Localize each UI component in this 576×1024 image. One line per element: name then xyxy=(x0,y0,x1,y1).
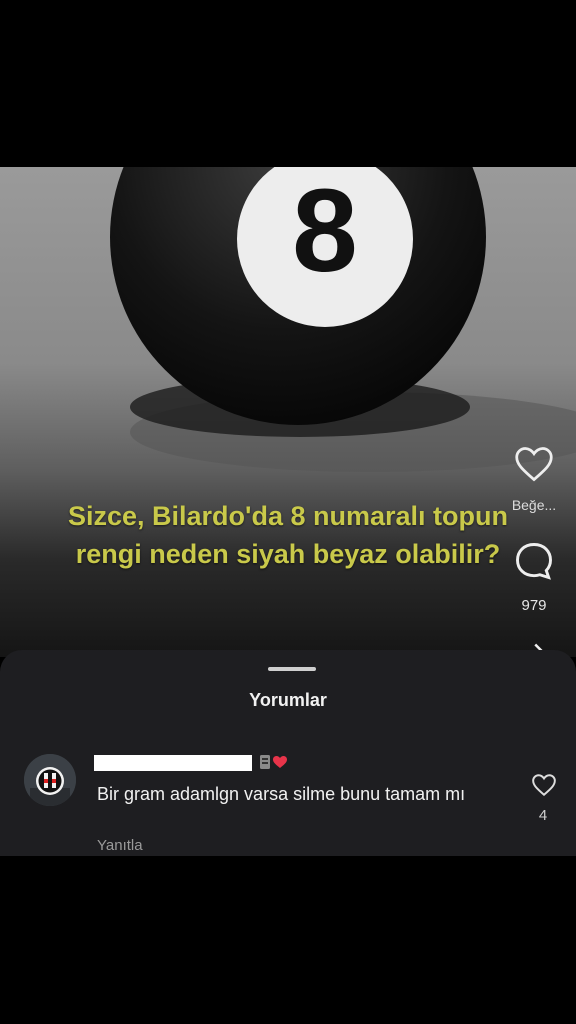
sheet-title: Yorumlar xyxy=(249,690,327,710)
comment-bubble-icon xyxy=(516,543,552,580)
user-badges xyxy=(258,753,290,776)
reply-button[interactable]: Yanıtla xyxy=(97,837,143,854)
comment-count: 979 xyxy=(521,597,547,614)
comment-like-count: 4 xyxy=(538,807,548,824)
comment-text: Bir gram adamlgn varsa silme bunu tamam … xyxy=(97,784,466,804)
caption-line-1: Sizce, Bilardo'da 8 numaralı topun xyxy=(67,501,508,531)
heart-badge-icon xyxy=(273,756,287,768)
video-post[interactable]: 8 Sizce, Bilardo'da 8 numaralı topun ren… xyxy=(0,167,576,657)
comment-button[interactable] xyxy=(504,539,564,588)
club-crest-icon xyxy=(24,754,76,806)
like-label: Beğe... xyxy=(511,497,557,513)
heart-icon xyxy=(515,447,553,482)
like-button[interactable] xyxy=(504,445,564,488)
heart-icon xyxy=(532,774,556,797)
username-redacted[interactable] xyxy=(94,755,252,771)
eight-ball-image: 8 xyxy=(110,167,576,472)
ball-number: 8 xyxy=(292,167,358,297)
caption-line-2: rengi neden siyah beyaz olabilir? xyxy=(75,539,501,569)
comment-like-button[interactable] xyxy=(531,773,557,802)
sheet-drag-handle[interactable] xyxy=(268,667,316,671)
avatar[interactable] xyxy=(24,754,76,806)
comments-sheet: Yorumlar Bir gram adamlgn varsa silme bu xyxy=(0,650,576,856)
